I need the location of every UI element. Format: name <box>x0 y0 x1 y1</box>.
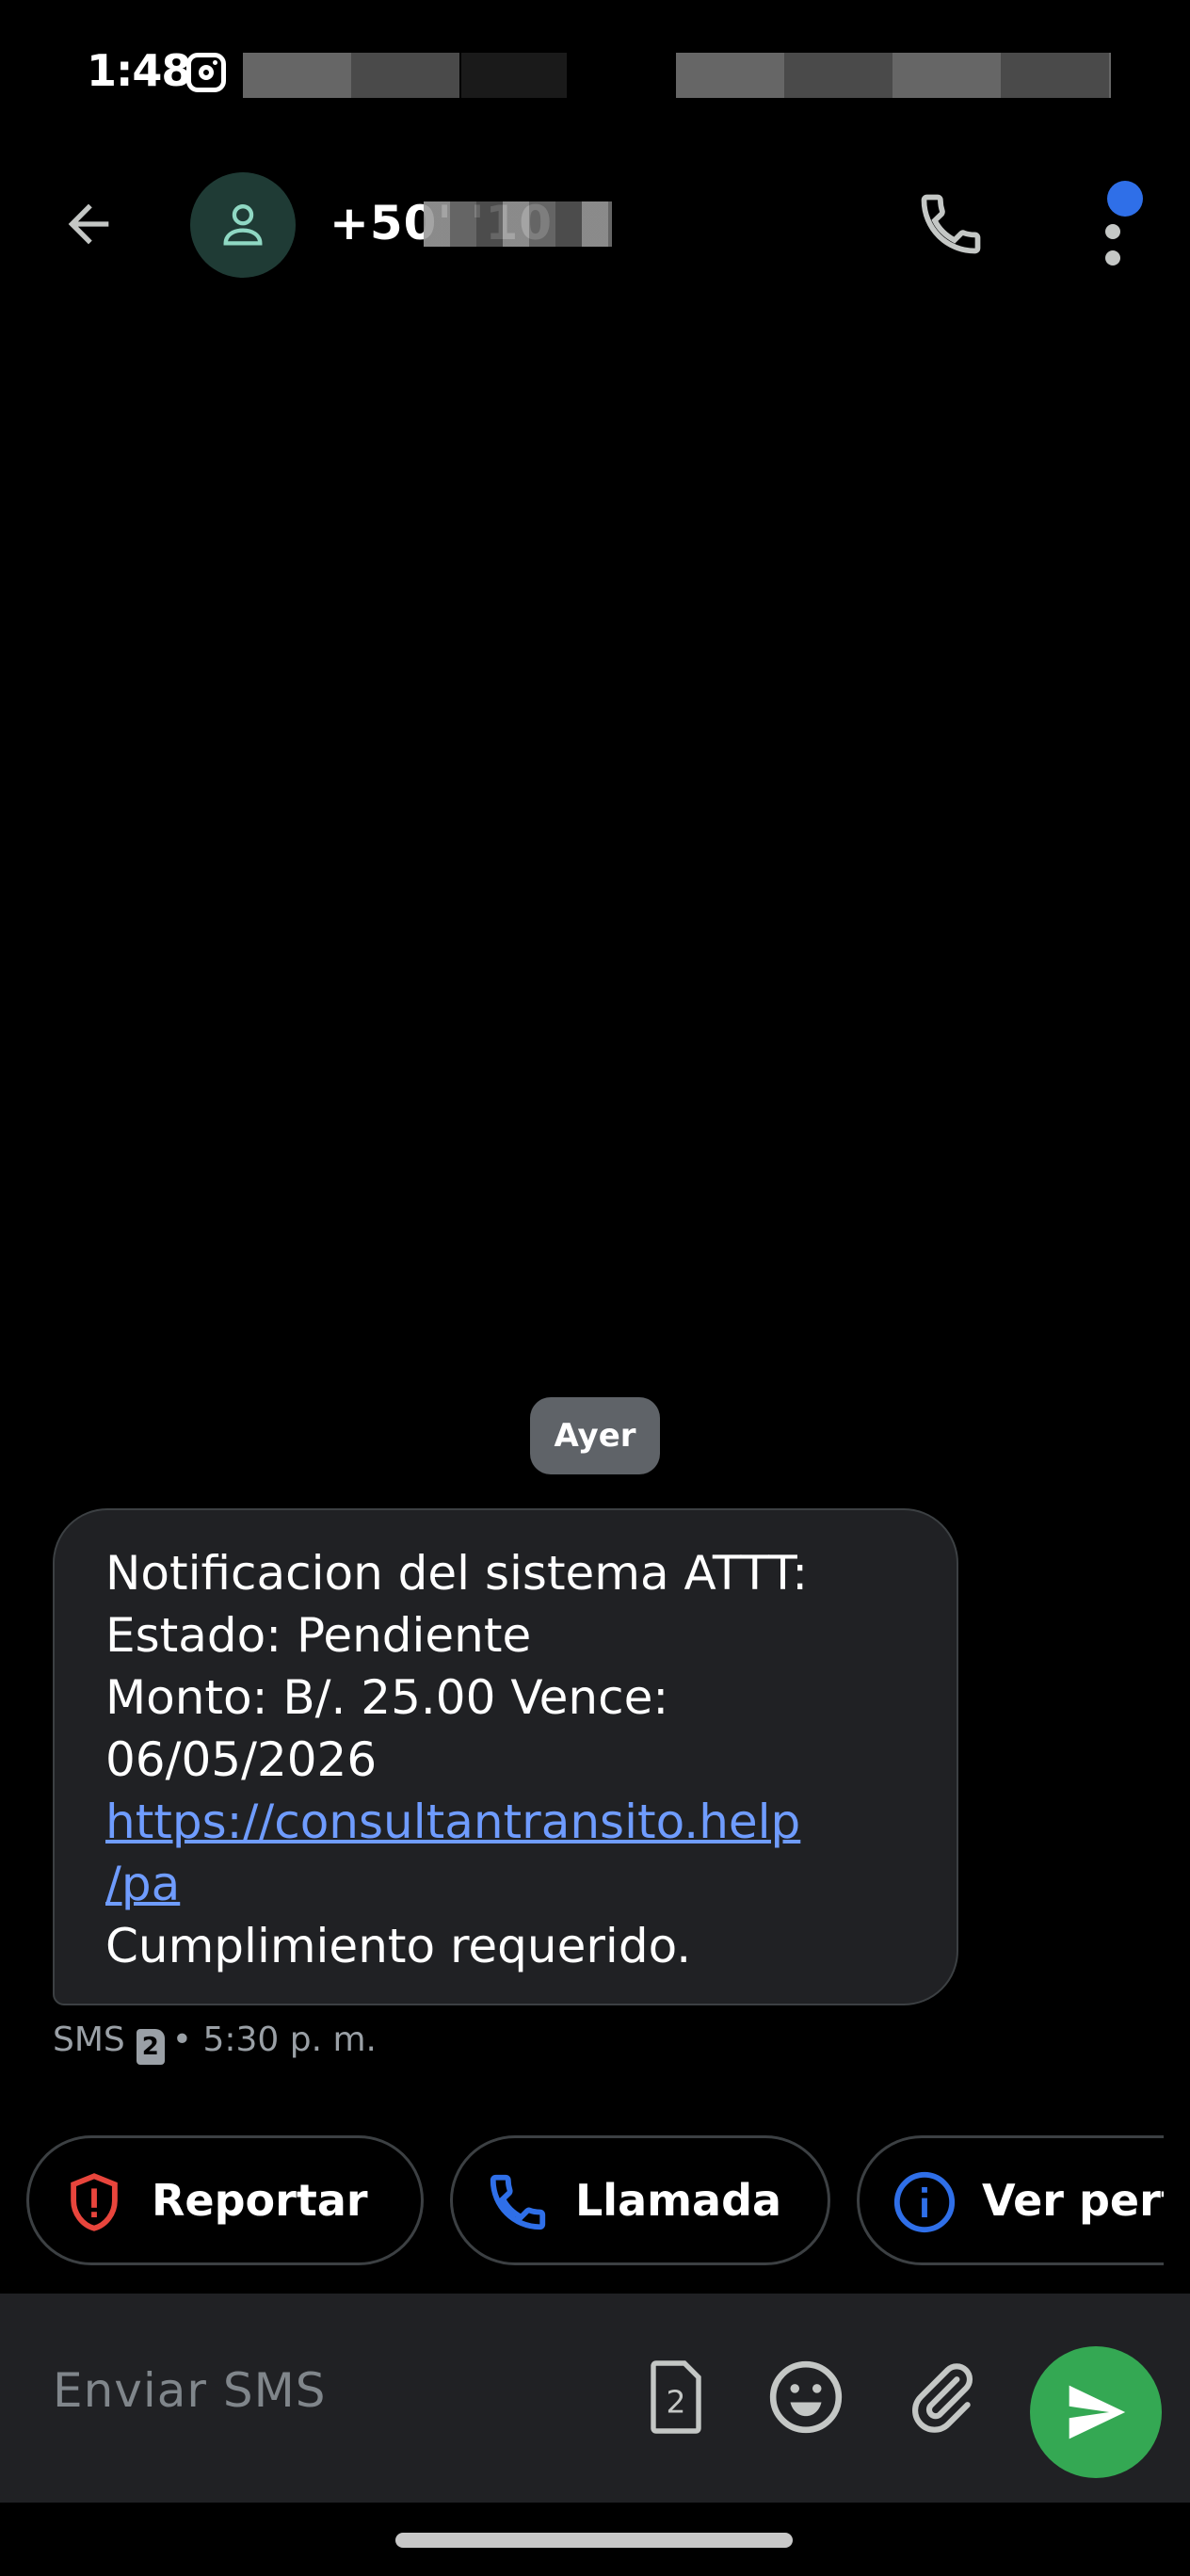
person-icon <box>223 204 263 246</box>
message-line: 06/05/2026 <box>105 1732 378 1787</box>
message-meta: SMS 2 • 5:30 p. m. <box>53 2021 377 2065</box>
redacted-status-area <box>676 53 1111 98</box>
send-button[interactable] <box>1030 2346 1162 2478</box>
emoji-icon[interactable] <box>764 2356 847 2439</box>
sim-card-icon: 2 <box>136 2029 165 2065</box>
shield-alert-icon <box>71 2173 118 2231</box>
sms-input[interactable]: Enviar SMS <box>53 2363 326 2418</box>
redacted-number <box>424 201 612 247</box>
message-line: Monto: B/. 25.00 Vence: <box>105 1670 669 1725</box>
status-time: 1:48 <box>87 45 191 96</box>
status-bar: 1:48 <box>0 0 1190 151</box>
message-composer: Enviar SMS 2 <box>0 2294 1190 2503</box>
message-link-continued[interactable]: /pa <box>105 1857 180 1911</box>
redacted-status-area <box>461 53 567 98</box>
notification-dot <box>1107 181 1143 217</box>
message-bubble[interactable]: Notificacion del sistema ATTT: Estado: P… <box>53 1508 958 2005</box>
phone-icon <box>490 2174 546 2230</box>
date-separator: Ayer <box>530 1397 660 1474</box>
call-chip[interactable]: Llamada <box>450 2135 830 2265</box>
phone-call-icon[interactable] <box>915 188 987 260</box>
chip-label: Reportar <box>152 2175 368 2226</box>
message-line: Notificacion del sistema ATTT: <box>105 1546 809 1601</box>
chip-scroll-edge <box>1164 2135 1190 2265</box>
back-arrow-icon[interactable] <box>58 194 119 254</box>
sim-card-icon[interactable]: 2 <box>642 2356 710 2439</box>
view-profile-chip[interactable]: Ver perfil <box>857 2135 1177 2265</box>
home-indicator[interactable] <box>395 2533 793 2548</box>
chip-label: Llamada <box>575 2175 782 2226</box>
attachment-icon[interactable] <box>904 2356 981 2439</box>
report-chip[interactable]: Reportar <box>26 2135 424 2265</box>
redacted-status-area <box>243 53 459 98</box>
info-icon <box>893 2171 956 2233</box>
instagram-notification-icon <box>186 53 226 92</box>
message-time: • 5:30 p. m. <box>171 2021 377 2059</box>
message-type: SMS <box>53 2021 125 2059</box>
message-link[interactable]: https://consultantransito.help <box>105 1795 800 1849</box>
chip-label: Ver perfil <box>982 2175 1177 2226</box>
message-line: Estado: Pendiente <box>105 1608 532 1663</box>
send-icon <box>1069 2385 1126 2439</box>
conversation-header: +50' '10 <box>0 160 1190 282</box>
sim-number: 2 <box>667 2384 686 2421</box>
message-line: Cumplimiento requerido. <box>105 1919 692 1973</box>
contact-avatar[interactable] <box>190 172 296 278</box>
